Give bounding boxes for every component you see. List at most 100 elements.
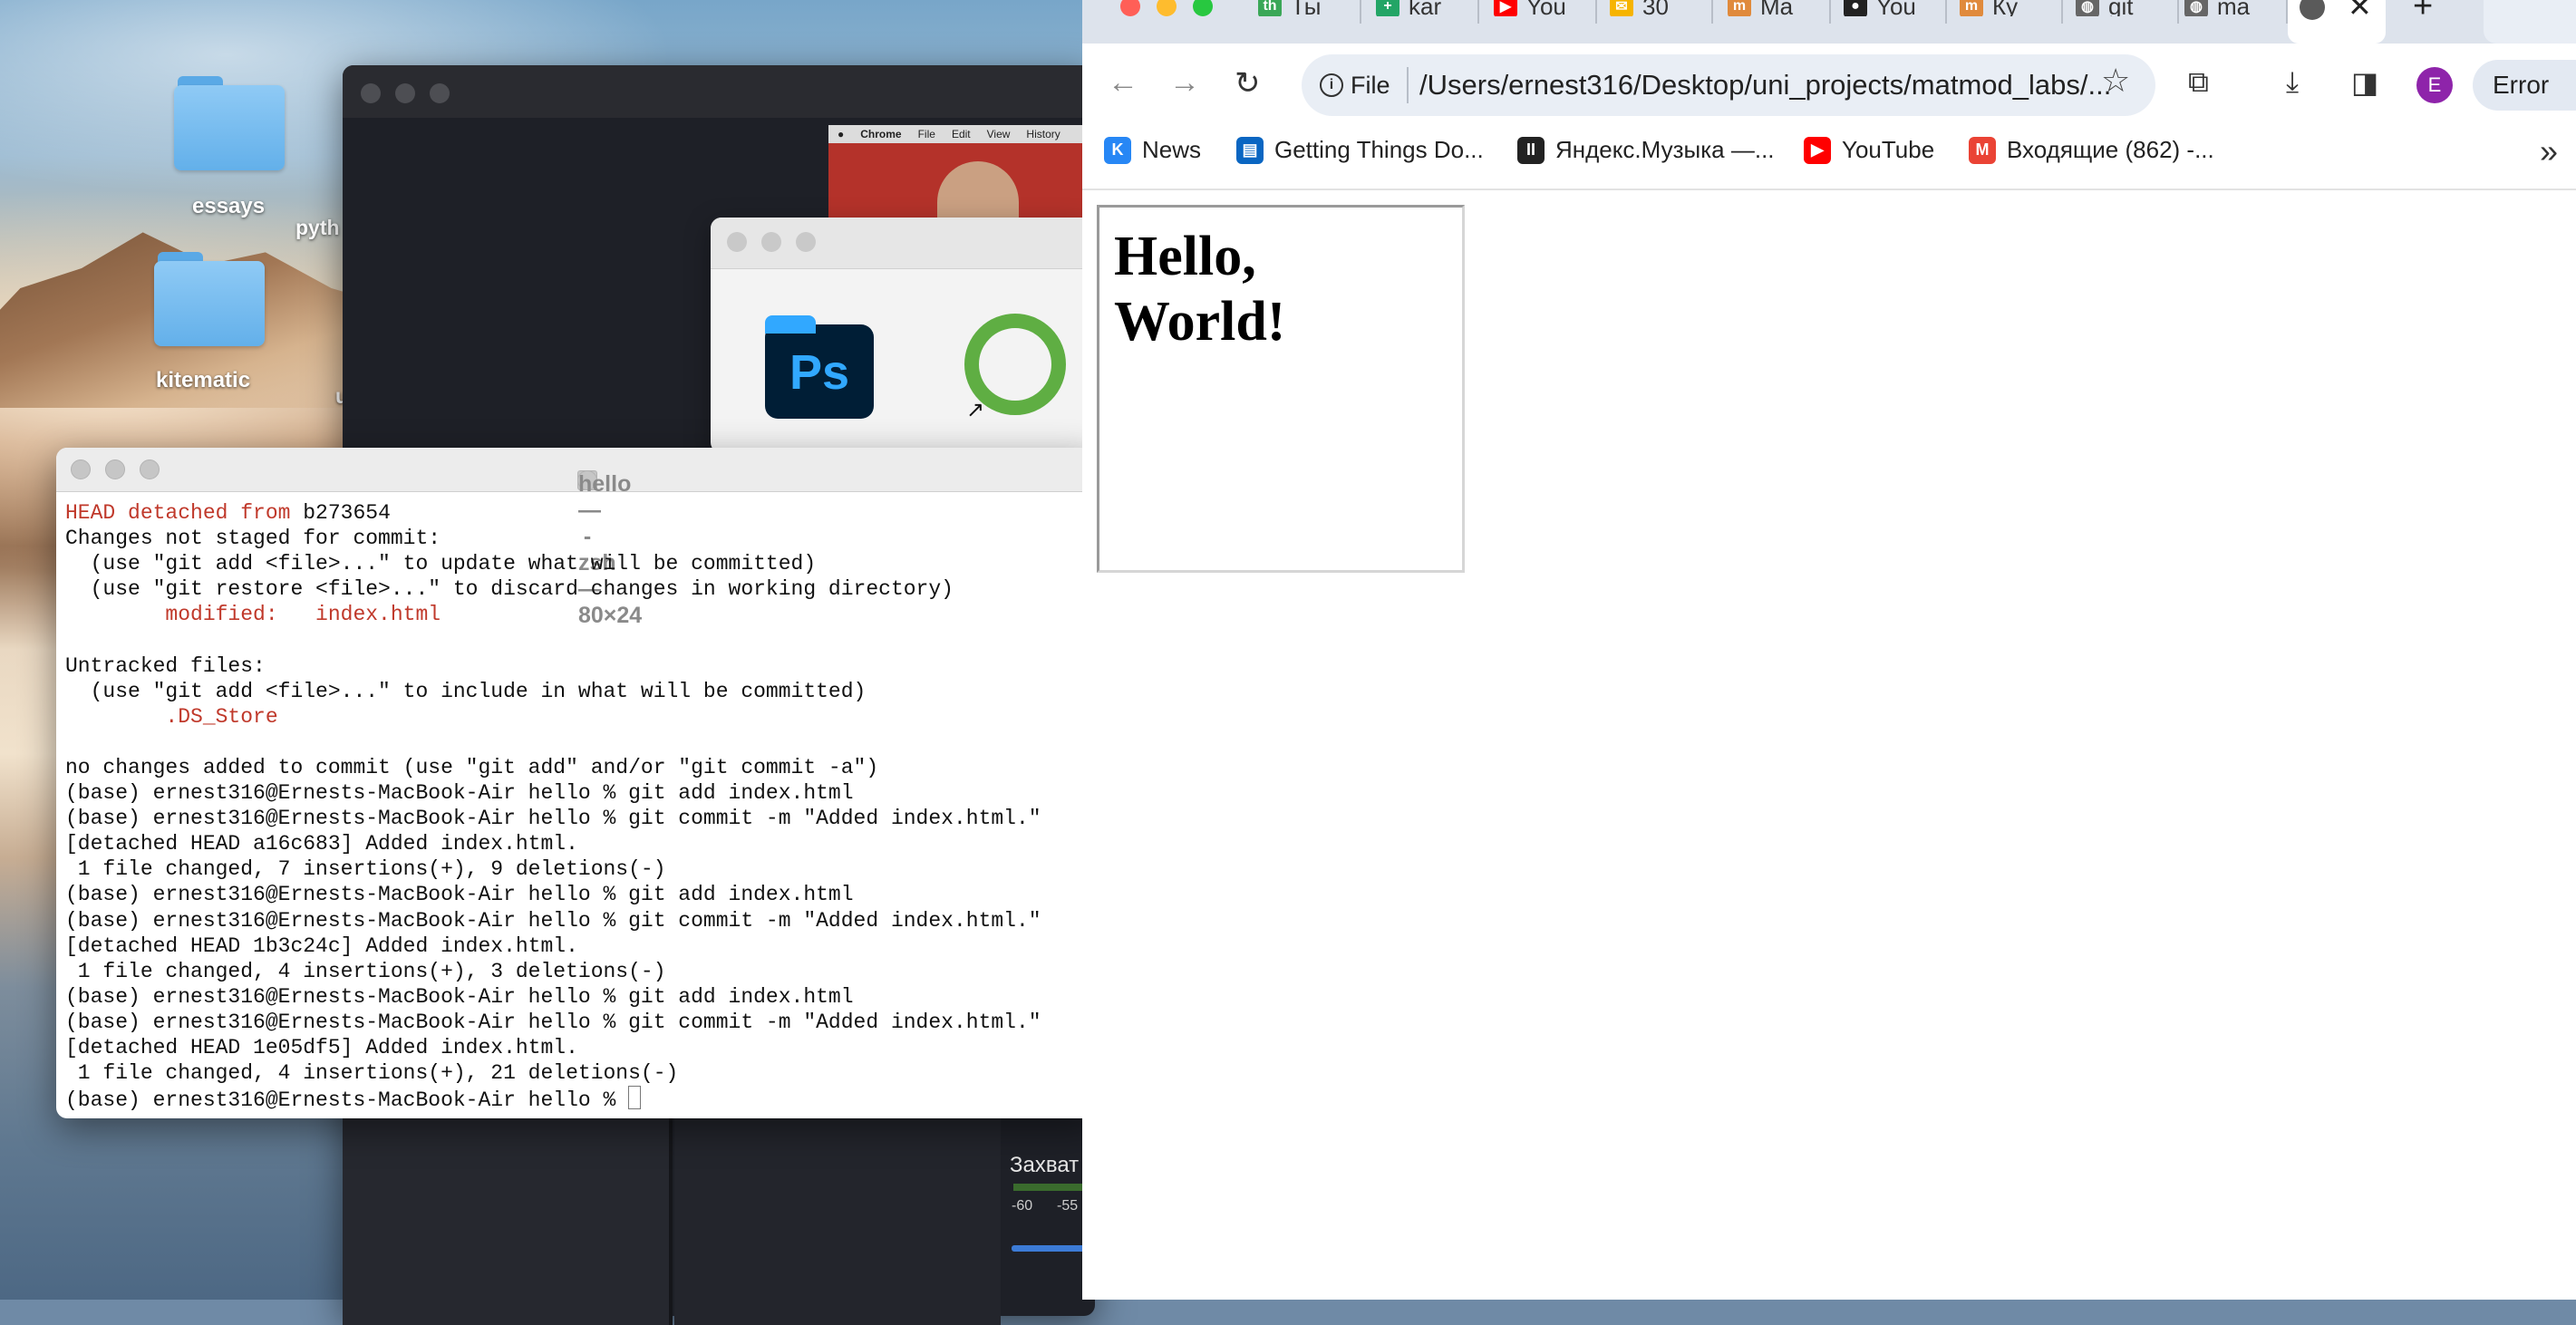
reload-icon[interactable]: ↻ (1235, 65, 1261, 102)
tab-separator (1477, 0, 1479, 24)
folder-label-essays[interactable]: essays (192, 194, 265, 219)
terminal-line: [detached HEAD 1b3c24c] Added index.html… (65, 933, 1099, 959)
close-button[interactable] (71, 459, 91, 479)
zoom-button[interactable] (140, 459, 160, 479)
tab-label: Ma (1760, 0, 1794, 16)
back-arrow-icon[interactable]: ← (1108, 65, 1138, 101)
tab-7[interactable]: m Ку (1960, 0, 2047, 16)
tab-label: 30 (1642, 0, 1669, 16)
terminal-line: (use "git add <file>..." to include in w… (65, 679, 1099, 704)
terminal-line: (use "git add <file>..." to update what … (65, 551, 1099, 576)
terminal-line: (base) ernest316@Ernests-MacBook-Air hel… (65, 780, 1099, 806)
trello-icon: ▤ (1236, 136, 1264, 164)
site-info-button[interactable]: i File (1320, 67, 1409, 103)
terminal-text: 1 file changed, 4 insertions(+), 21 dele… (65, 1061, 679, 1086)
tab-4[interactable]: ✉ 30 (1610, 0, 1697, 16)
tab-label: You (1526, 0, 1566, 16)
terminal-text: (base) ernest316@Ernests-MacBook-Air hel… (65, 1088, 629, 1113)
tab-separator (1711, 0, 1713, 24)
download-icon[interactable]: ⤓ (2286, 65, 2299, 100)
close-tab-icon[interactable]: ✕ (2348, 0, 2372, 24)
bookmark-item[interactable]: II Яндекс.Музыка —... (1517, 136, 1775, 164)
terminal-line: (base) ernest316@Ernests-MacBook-Air hel… (65, 882, 1099, 907)
folder-label-kitematic[interactable]: kitematic (156, 368, 250, 393)
bookmark-label: Входящие (862) -... (2007, 136, 2214, 163)
tab-search-button[interactable] (2484, 0, 2576, 44)
terminal-line: (base) ernest316@Ernests-MacBook-Air hel… (65, 1086, 1099, 1113)
sheets-icon: + (1376, 0, 1399, 16)
bookmark-star-icon[interactable]: ☆ (2101, 62, 2130, 100)
bookmark-label: News (1142, 136, 1202, 163)
forward-arrow-icon[interactable]: → (1169, 65, 1200, 101)
terminal-text: (use "git restore <file>..." to discard … (65, 577, 954, 602)
tab-2[interactable]: + kar (1376, 0, 1463, 16)
url-text[interactable]: /Users/ernest316/Desktop/uni_projects/ma… (1419, 69, 2111, 102)
error-button[interactable]: Error (2473, 60, 2576, 111)
bookmark-item[interactable]: ▶ YouTube (1804, 136, 1934, 164)
bookmark-item[interactable]: ▤ Getting Things Do... (1236, 136, 1484, 164)
terminal-window[interactable]: hello — -zsh — 80×24 HEAD detached from … (56, 448, 1099, 1118)
terminal-line: .DS_Store (65, 704, 1099, 730)
terminal-line: (use "git restore <file>..." to discard … (65, 576, 1099, 602)
terminal-text: no changes added to commit (use "git add… (65, 755, 879, 779)
close-button[interactable] (727, 232, 747, 252)
new-tab-button[interactable]: + (2413, 0, 2433, 26)
terminal-line: (base) ernest316@Ernests-MacBook-Air hel… (65, 1010, 1099, 1035)
terminal-text: [detached HEAD 1b3c24c] Added index.html… (65, 933, 578, 958)
folder-label-partial[interactable]: pyth (295, 216, 340, 240)
thumb-menu-item: Chrome (860, 128, 902, 140)
tab-separator (1829, 0, 1831, 24)
bookmark-label: YouTube (1842, 136, 1935, 163)
terminal-line: modified: index.html (65, 602, 1099, 627)
bookmark-item[interactable]: M Входящие (862) -... (1969, 136, 2214, 164)
mixer-tick: -55 (1057, 1198, 1079, 1214)
terminal-line: 1 file changed, 7 insertions(+), 9 delet… (65, 856, 1099, 882)
globe-icon: ◍ (2076, 0, 2099, 16)
chevron-double-right-icon[interactable]: » (2540, 132, 2558, 170)
m-icon: m (1728, 0, 1751, 16)
thumb-menu-item: File (917, 128, 935, 140)
profile-avatar[interactable]: E (2416, 67, 2453, 103)
tab-label: You (1876, 0, 1916, 16)
minimize-button[interactable] (105, 459, 125, 479)
tab-separator (2061, 0, 2063, 24)
folder-icon-kitematic[interactable] (154, 252, 265, 346)
dark-panel (343, 1107, 673, 1325)
side-panel-icon[interactable]: ◨ (2351, 65, 2378, 100)
page-frame: Hello, World! (1097, 205, 1465, 573)
minimize-button[interactable] (395, 83, 415, 103)
tab-3[interactable]: ▶ You (1494, 0, 1581, 16)
minimize-button[interactable] (761, 232, 781, 252)
zoom-button[interactable] (430, 83, 450, 103)
tab-separator (1945, 0, 1947, 24)
zoom-button[interactable] (796, 232, 816, 252)
vk-icon: K (1104, 136, 1131, 164)
terminal-text: (base) ernest316@Ernests-MacBook-Air hel… (65, 1010, 1041, 1034)
bookmark-item[interactable]: K News (1104, 136, 1201, 164)
tab-1[interactable]: th Ты (1258, 0, 1345, 16)
window-titlebar (343, 65, 1095, 118)
terminal-line: (base) ernest316@Ernests-MacBook-Air hel… (65, 806, 1099, 831)
terminal-titlebar: hello — -zsh — 80×24 (56, 448, 1099, 628)
terminal-cursor (628, 1086, 642, 1110)
tab-5[interactable]: m Ma (1728, 0, 1815, 16)
tab-label: kar (1409, 0, 1442, 16)
terminal-text: 1 file changed, 4 insertions(+), 3 delet… (65, 959, 666, 983)
extensions-icon[interactable]: ⧉ (2188, 65, 2209, 100)
close-button[interactable] (361, 83, 381, 103)
terminal-text: b273654 (303, 501, 391, 525)
site-info-label: File (1351, 71, 1390, 99)
thumb-menu-item: View (986, 128, 1011, 140)
terminal-text: (use "git add <file>..." to include in w… (65, 679, 867, 703)
tab-9[interactable]: ◍ ma (2184, 0, 2271, 16)
tab-6[interactable]: ● You (1844, 0, 1931, 16)
bookmark-label: Getting Things Do... (1274, 136, 1484, 163)
terminal-text: (base) ernest316@Ernests-MacBook-Air hel… (65, 883, 854, 907)
terminal-line: no changes added to commit (use "git add… (65, 755, 1099, 780)
photoshop-icon[interactable]: Ps (765, 315, 874, 419)
tab-8[interactable]: ◍ git (2076, 0, 2163, 16)
folder-icon-essays[interactable] (174, 76, 285, 170)
terminal-output[interactable]: HEAD detached from b273654 Changes not st… (65, 500, 1099, 1113)
terminal-text: (base) ernest316@Ernests-MacBook-Air hel… (65, 781, 854, 806)
